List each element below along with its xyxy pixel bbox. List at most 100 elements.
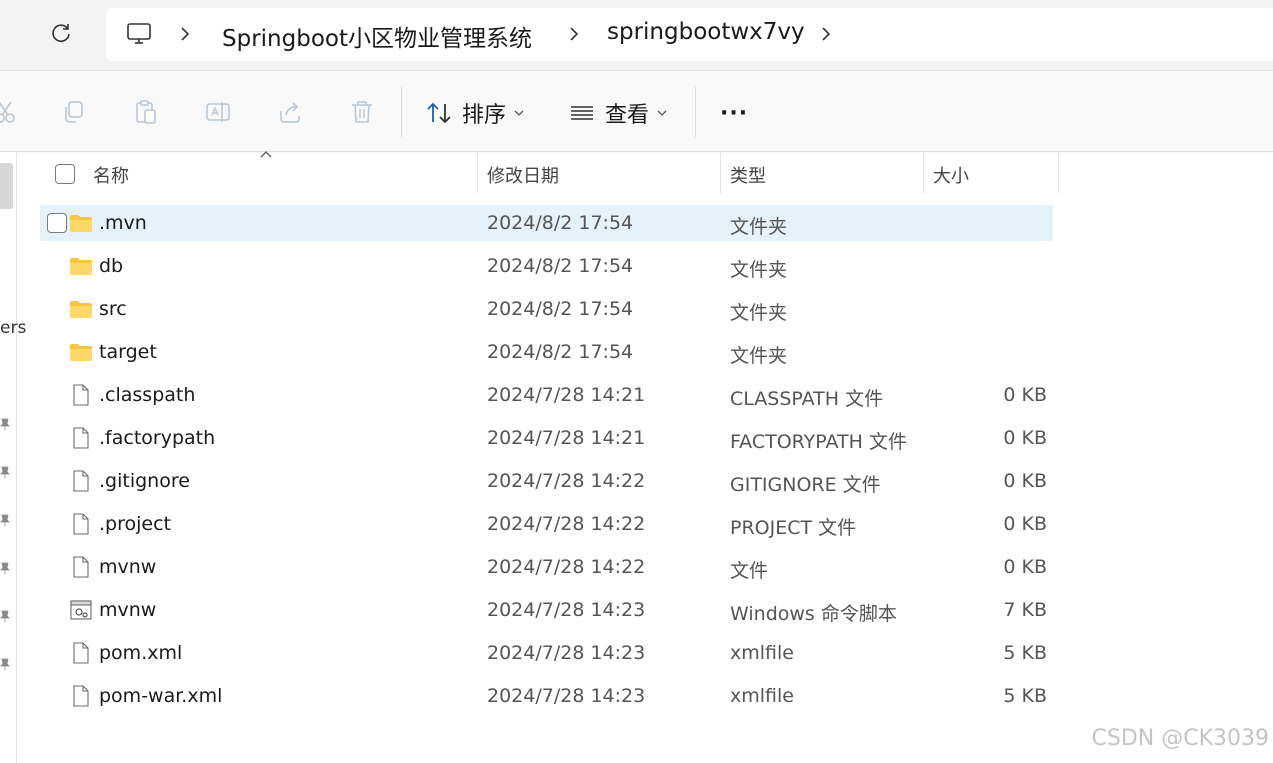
- file-name: pom.xml: [99, 642, 183, 664]
- column-divider[interactable]: [1058, 152, 1059, 194]
- column-divider[interactable]: [923, 152, 924, 194]
- file-row[interactable]: pom.xml 2024/7/28 14:23 xmlfile 5 KB: [40, 635, 1053, 671]
- rename-icon[interactable]: [205, 99, 231, 125]
- file-name: .gitignore: [99, 470, 190, 492]
- file-name: .mvn: [99, 212, 147, 234]
- file-icon: [69, 426, 93, 450]
- this-pc-icon[interactable]: [126, 22, 152, 46]
- chevron-right-icon[interactable]: [178, 25, 192, 43]
- view-button[interactable]: 查看: [569, 95, 667, 131]
- file-icon: [69, 641, 93, 665]
- folder-icon: [69, 340, 93, 364]
- file-row[interactable]: src 2024/8/2 17:54 文件夹: [40, 291, 1053, 327]
- file-modified-date: 2024/7/28 14:23: [487, 642, 646, 664]
- pin-icon: [0, 610, 10, 622]
- file-size: 5 KB: [1003, 685, 1047, 707]
- file-icon: [69, 383, 93, 407]
- chevron-down-icon: [657, 110, 667, 116]
- select-all-checkbox[interactable]: [55, 164, 75, 184]
- pin-icon: [0, 514, 10, 526]
- file-icon: [69, 684, 93, 708]
- file-size: 5 KB: [1003, 642, 1047, 664]
- toolbar-divider: [695, 87, 696, 137]
- refresh-icon[interactable]: [50, 22, 72, 44]
- file-type: PROJECT 文件: [730, 517, 857, 539]
- column-header-date[interactable]: 修改日期: [487, 162, 559, 204]
- column-divider[interactable]: [720, 152, 721, 194]
- file-icon: [69, 555, 93, 579]
- file-row[interactable]: mvnw 2024/7/28 14:23 Windows 命令脚本 7 KB: [40, 592, 1053, 628]
- file-row[interactable]: .gitignore 2024/7/28 14:22 GITIGNORE 文件 0 K…: [40, 463, 1053, 499]
- file-modified-date: 2024/8/2 17:54: [487, 341, 634, 363]
- toolbar-bottom-border: [0, 151, 1273, 152]
- file-type: FACTORYPATH 文件: [730, 431, 907, 453]
- file-size: 0 KB: [1003, 427, 1047, 449]
- copy-icon[interactable]: [61, 99, 87, 125]
- column-divider[interactable]: [477, 152, 478, 194]
- breadcrumb-item-folder[interactable]: springbootwx7vy: [607, 19, 805, 45]
- file-row[interactable]: target 2024/8/2 17:54 文件夹: [40, 334, 1053, 370]
- chevron-right-icon[interactable]: [567, 25, 581, 43]
- file-size: 0 KB: [1003, 513, 1047, 535]
- cut-icon[interactable]: [0, 99, 18, 125]
- file-name: pom-war.xml: [99, 685, 223, 707]
- pin-icon: [0, 466, 10, 478]
- file-modified-date: 2024/8/2 17:54: [487, 255, 634, 277]
- sort-button[interactable]: 排序: [426, 95, 524, 131]
- file-row[interactable]: .project 2024/7/28 14:22 PROJECT 文件 0 KB: [40, 506, 1053, 542]
- row-checkbox[interactable]: [47, 213, 67, 233]
- file-type: 文件夹: [730, 345, 788, 367]
- file-modified-date: 2024/7/28 14:23: [487, 599, 646, 621]
- pin-icon: [0, 418, 10, 430]
- column-header-size[interactable]: 大小: [933, 162, 969, 204]
- folder-icon: [69, 297, 93, 321]
- file-name: .project: [99, 513, 171, 535]
- file-type: CLASSPATH 文件: [730, 388, 884, 410]
- breadcrumb[interactable]: Springboot小区物业管理系统 springbootwx7vy: [106, 8, 1273, 61]
- script-icon: [69, 598, 93, 622]
- sort-ascending-icon: [260, 151, 272, 158]
- file-row[interactable]: mvnw 2024/7/28 14:22 文件 0 KB: [40, 549, 1053, 585]
- file-row[interactable]: db 2024/8/2 17:54 文件夹: [40, 248, 1053, 284]
- file-name: db: [99, 255, 124, 277]
- more-options-button[interactable]: ···: [720, 101, 748, 126]
- file-size: 0 KB: [1003, 556, 1047, 578]
- file-size: 7 KB: [1003, 599, 1047, 621]
- file-name: .factorypath: [99, 427, 216, 449]
- pin-icon: [0, 658, 10, 670]
- file-type: Windows 命令脚本: [730, 603, 897, 625]
- chevron-down-icon: [514, 110, 524, 116]
- column-header-type[interactable]: 类型: [730, 162, 766, 204]
- file-row[interactable]: .mvn 2024/8/2 17:54 文件夹: [40, 205, 1053, 241]
- file-icon: [69, 469, 93, 493]
- file-modified-date: 2024/7/28 14:22: [487, 513, 646, 535]
- command-bar: 排序 查看 ···: [0, 70, 1273, 153]
- file-type: 文件夹: [730, 302, 788, 324]
- navigation-scrollbar-thumb[interactable]: [0, 163, 13, 209]
- share-icon[interactable]: [277, 99, 303, 125]
- file-name: target: [99, 341, 157, 363]
- breadcrumb-item-project[interactable]: Springboot小区物业管理系统: [222, 19, 532, 53]
- chevron-right-icon[interactable]: [819, 25, 833, 43]
- file-type: 文件夹: [730, 216, 788, 238]
- file-type: xmlfile: [730, 642, 794, 664]
- file-icon: [69, 512, 93, 536]
- file-modified-date: 2024/8/2 17:54: [487, 212, 634, 234]
- file-row[interactable]: pom-war.xml 2024/7/28 14:23 xmlfile 5 KB: [40, 678, 1053, 714]
- navigation-pane[interactable]: [0, 152, 17, 763]
- file-type: 文件夹: [730, 259, 788, 281]
- file-modified-date: 2024/7/28 14:23: [487, 685, 646, 707]
- file-modified-date: 2024/8/2 17:54: [487, 298, 634, 320]
- address-bar-row: Springboot小区物业管理系统 springbootwx7vy: [0, 0, 1273, 70]
- file-type: 文件: [730, 560, 769, 582]
- file-size: 0 KB: [1003, 384, 1047, 406]
- column-header-name[interactable]: 名称: [93, 162, 129, 204]
- file-modified-date: 2024/7/28 14:21: [487, 427, 646, 449]
- file-row[interactable]: .classpath 2024/7/28 14:21 CLASSPATH 文件 0 K…: [40, 377, 1053, 413]
- file-row[interactable]: .factorypath 2024/7/28 14:21 FACTORYPATH 文…: [40, 420, 1053, 456]
- paste-icon[interactable]: [133, 99, 159, 125]
- delete-icon[interactable]: [349, 99, 375, 125]
- nav-item-fragment[interactable]: ers: [0, 318, 26, 338]
- sort-label: 排序: [462, 103, 507, 128]
- file-name: src: [99, 298, 127, 320]
